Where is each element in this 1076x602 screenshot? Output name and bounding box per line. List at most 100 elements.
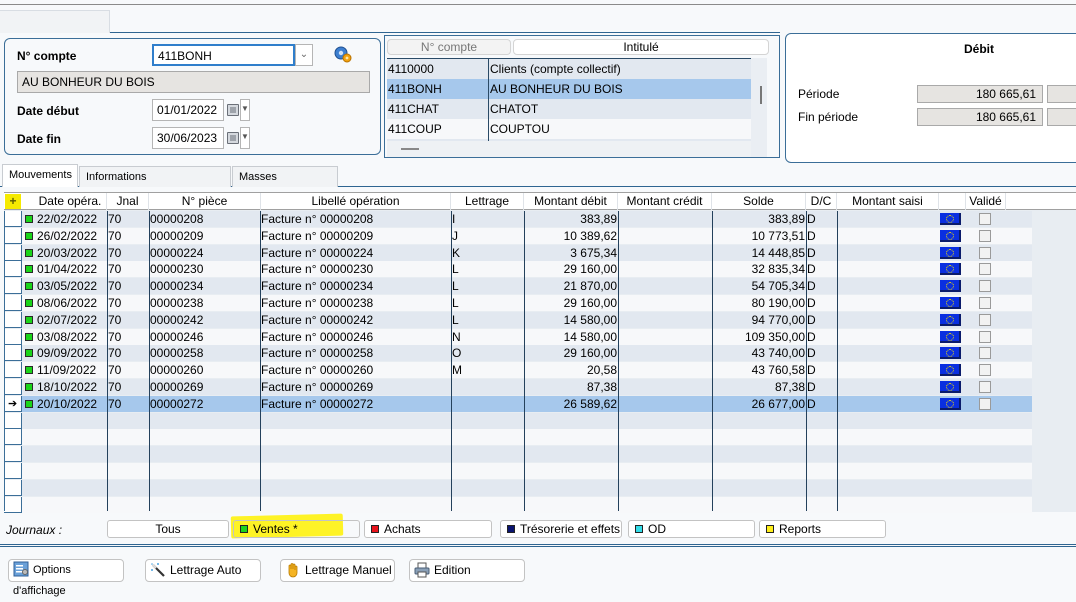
cell-date[interactable]: 08/06/2022 xyxy=(22,295,107,311)
cell-solde[interactable]: 94 770,00 xyxy=(712,312,805,328)
journal-filter-tresorerie[interactable]: Trésorerie et effets xyxy=(500,520,622,538)
table-row[interactable]: 09/09/2022 70 00000258 Facture n° 00000258 O… xyxy=(4,345,1032,362)
validated-checkbox[interactable] xyxy=(979,246,991,259)
table-row[interactable]: ➔ 20/10/2022 70 00000272 Facture n° 00000272… xyxy=(4,395,1032,412)
column-header-libelle[interactable]: Libellé opération xyxy=(261,193,451,210)
cell-saisi[interactable] xyxy=(838,278,938,294)
date-end-dropdown[interactable]: ▼ xyxy=(240,127,250,149)
cell-piece[interactable]: 00000234 xyxy=(150,278,260,294)
cell-solde[interactable]: 32 835,34 xyxy=(712,261,805,277)
cell-credit[interactable] xyxy=(618,345,711,361)
cell-solde[interactable]: 26 677,00 xyxy=(712,396,805,412)
cell-piece[interactable]: 00000242 xyxy=(150,312,260,328)
column-header-title[interactable]: Intitulé xyxy=(513,39,769,55)
cell-dc[interactable]: D xyxy=(807,345,837,361)
row-header[interactable] xyxy=(4,362,22,379)
cell-saisi[interactable] xyxy=(838,362,938,378)
list-item[interactable]: 4110000 Clients (compte collectif) xyxy=(387,59,751,79)
list-item[interactable]: 411CHAT CHATOT xyxy=(387,99,751,119)
cell-lettrage[interactable]: L xyxy=(452,278,524,294)
account-input[interactable]: 411BONH xyxy=(152,44,295,66)
cell-debit[interactable]: 10 389,62 xyxy=(524,228,617,244)
cell-jnal[interactable]: 70 xyxy=(108,312,149,328)
lettrage-manuel-button[interactable]: Lettrage Manuel xyxy=(280,559,395,582)
table-row[interactable]: 01/04/2022 70 00000230 Facture n° 00000230 L… xyxy=(4,261,1032,278)
row-header[interactable] xyxy=(4,261,22,278)
cell-libelle[interactable]: Facture n° 00000234 xyxy=(261,278,451,294)
validated-checkbox[interactable] xyxy=(979,213,991,225)
cell-debit[interactable]: 3 675,34 xyxy=(524,245,617,261)
row-header[interactable] xyxy=(4,429,22,446)
calendar-icon[interactable] xyxy=(227,132,239,144)
tab-informations-complementaires[interactable]: Informations complémentaires xyxy=(79,166,231,203)
cell-piece[interactable]: 00000269 xyxy=(150,379,260,395)
table-row[interactable]: 26/02/2022 70 00000209 Facture n° 00000209 J… xyxy=(4,227,1032,244)
validated-checkbox[interactable] xyxy=(979,381,991,393)
cell-jnal[interactable]: 70 xyxy=(108,362,149,378)
cell-date[interactable]: 20/10/2022 xyxy=(22,396,107,412)
cell-piece[interactable]: 00000272 xyxy=(150,396,260,412)
cell-saisi[interactable] xyxy=(838,245,938,261)
empty-table-row[interactable] xyxy=(4,496,1032,513)
cell-lettrage[interactable]: O xyxy=(452,345,524,361)
cell-credit[interactable] xyxy=(618,396,711,412)
cell-dc[interactable]: D xyxy=(807,295,837,311)
cell-libelle[interactable]: Facture n° 00000260 xyxy=(261,362,451,378)
journal-filter-ventes[interactable]: Ventes * xyxy=(233,520,360,538)
cell-date[interactable]: 26/02/2022 xyxy=(22,228,107,244)
cell-dc[interactable]: D xyxy=(807,245,837,261)
table-row[interactable]: 11/09/2022 70 00000260 Facture n° 00000260 M… xyxy=(4,362,1032,379)
row-header[interactable]: ➔ xyxy=(4,395,22,412)
cell-piece[interactable]: 00000224 xyxy=(150,245,260,261)
cell-dc[interactable]: D xyxy=(807,312,837,328)
cell-credit[interactable] xyxy=(618,329,711,345)
journal-filter-tous[interactable]: Tous xyxy=(107,520,229,538)
column-header-credit[interactable]: Montant crédit xyxy=(618,193,712,210)
cell-dc[interactable]: D xyxy=(807,228,837,244)
cell-date[interactable]: 09/09/2022 xyxy=(22,345,107,361)
journal-filter-reports[interactable]: Reports xyxy=(759,520,886,538)
row-header[interactable] xyxy=(4,211,22,227)
validated-checkbox[interactable] xyxy=(979,280,991,293)
cell-jnal[interactable]: 70 xyxy=(108,396,149,412)
table-row[interactable]: 03/05/2022 70 00000234 Facture n° 00000234 L… xyxy=(4,278,1032,295)
cell-lettrage[interactable]: K xyxy=(452,245,524,261)
column-header-valide[interactable]: Validé xyxy=(966,193,1006,210)
cell-jnal[interactable]: 70 xyxy=(108,295,149,311)
cell-dc[interactable]: D xyxy=(807,396,837,412)
cell-date[interactable]: 03/05/2022 xyxy=(22,278,107,294)
cell-dc[interactable]: D xyxy=(807,362,837,378)
journal-filter-achats[interactable]: Achats xyxy=(364,520,492,538)
cell-dc[interactable]: D xyxy=(807,211,837,227)
row-header[interactable] xyxy=(4,412,22,429)
edition-button[interactable]: Edition xyxy=(409,559,525,582)
cell-lettrage[interactable]: J xyxy=(452,228,524,244)
cell-debit[interactable]: 26 589,62 xyxy=(524,396,617,412)
cell-credit[interactable] xyxy=(618,295,711,311)
cell-date[interactable]: 22/02/2022 xyxy=(22,211,107,227)
validated-checkbox[interactable] xyxy=(979,364,991,377)
column-header-account-number[interactable]: N° compte xyxy=(387,39,511,55)
top-tab[interactable] xyxy=(0,10,110,33)
cell-jnal[interactable]: 70 xyxy=(108,261,149,277)
column-header-jnal[interactable]: Jnal xyxy=(107,193,149,210)
cell-credit[interactable] xyxy=(618,362,711,378)
cell-credit[interactable] xyxy=(618,245,711,261)
cell-credit[interactable] xyxy=(618,261,711,277)
column-header-date[interactable]: Date opéra. xyxy=(22,193,107,210)
cell-libelle[interactable]: Facture n° 00000269 xyxy=(261,379,451,395)
cell-libelle[interactable]: Facture n° 00000246 xyxy=(261,329,451,345)
cell-debit[interactable]: 29 160,00 xyxy=(524,345,617,361)
row-header[interactable] xyxy=(4,244,22,261)
cell-debit[interactable]: 21 870,00 xyxy=(524,278,617,294)
table-row[interactable]: 08/06/2022 70 00000238 Facture n° 00000238 L… xyxy=(4,295,1032,311)
date-start-input[interactable]: 01/01/2022 xyxy=(152,99,224,121)
date-start-dropdown[interactable]: ▼ xyxy=(240,99,250,121)
cell-piece[interactable]: 00000260 xyxy=(150,362,260,378)
cell-credit[interactable] xyxy=(618,278,711,294)
table-row[interactable]: 20/03/2022 70 00000224 Facture n° 00000224 K… xyxy=(4,244,1032,261)
cell-saisi[interactable] xyxy=(838,295,938,311)
validated-checkbox[interactable] xyxy=(979,397,991,410)
cell-lettrage[interactable] xyxy=(452,379,524,395)
column-header-debit[interactable]: Montant débit xyxy=(524,193,618,210)
